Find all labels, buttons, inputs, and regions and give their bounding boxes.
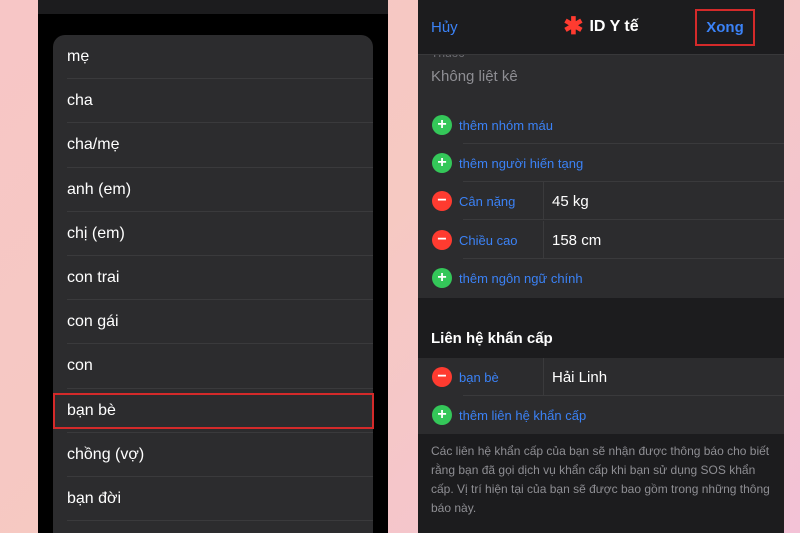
cancel-button[interactable]: Hủy <box>431 19 458 36</box>
remove-circle-icon[interactable]: − <box>432 191 452 211</box>
add-circle-icon[interactable]: + <box>432 115 452 135</box>
row-label: thêm ngôn ngữ chính <box>459 270 583 286</box>
column-divider <box>543 182 544 220</box>
height-value[interactable]: 158 cm <box>552 232 601 249</box>
relationship-list: mẹ cha cha/mẹ anh (em) chị (em) con trai… <box>53 35 373 533</box>
add-emergency-contact-row[interactable]: + thêm liên hệ khẩn cấp <box>418 396 784 434</box>
relationship-label: con trai <box>67 269 120 287</box>
relationship-picker-screen: mẹ cha cha/mẹ anh (em) chị (em) con trai… <box>38 0 388 533</box>
add-organ-donor-row[interactable]: + thêm người hiến tạng <box>418 144 784 182</box>
row-label: Cân nặng <box>459 193 516 209</box>
add-circle-icon[interactable]: + <box>432 153 452 173</box>
add-primary-language-row[interactable]: + thêm ngôn ngữ chính <box>418 259 784 297</box>
relationship-option[interactable]: cha/mẹ <box>53 123 373 168</box>
column-divider <box>543 221 544 259</box>
relationship-option[interactable]: con <box>53 344 373 389</box>
emergency-footer-note: Các liên hệ khẩn cấp của bạn sẽ nhận đượ… <box>431 444 770 515</box>
relationship-label: anh (em) <box>67 180 132 198</box>
row-label: thêm người hiến tạng <box>459 155 584 171</box>
column-divider <box>543 358 544 396</box>
row-label: thêm nhóm máu <box>459 117 553 133</box>
contact-name[interactable]: Hải Linh <box>552 369 607 386</box>
medical-id-screen: Hủy ✱ ID Y tế Xong Thuốc Không liệt kê +… <box>418 0 784 533</box>
emergency-section-header: Liên hệ khẩn cấp <box>431 330 553 347</box>
section-gap <box>418 298 784 358</box>
height-row: − Chiều cao 158 cm <box>418 221 784 259</box>
relationship-option[interactable]: con gái <box>53 300 373 345</box>
row-label: thêm liên hệ khẩn cấp <box>459 407 587 423</box>
emergency-contact-row: − bạn bè Hải Linh <box>418 358 784 396</box>
medical-info-card: Không liệt kê + thêm nhóm máu + thêm ngư… <box>418 54 784 298</box>
medications-value[interactable]: Không liệt kê <box>431 68 518 85</box>
nav-bar: Hủy ✱ ID Y tế Xong <box>418 0 784 55</box>
page-title: ✱ ID Y tế <box>563 13 639 40</box>
relationship-label: con <box>67 357 93 375</box>
page-title-text: ID Y tế <box>589 18 639 35</box>
relationship-option[interactable]: chồng (vợ) <box>53 433 373 478</box>
relationship-label: chồng (vợ) <box>67 445 145 463</box>
relationship-option[interactable]: cha <box>53 79 373 124</box>
done-button[interactable]: Xong <box>695 9 755 46</box>
add-blood-type-row[interactable]: + thêm nhóm máu <box>418 106 784 144</box>
remove-circle-icon[interactable]: − <box>432 367 452 387</box>
add-circle-icon[interactable]: + <box>432 405 452 425</box>
row-divider <box>463 219 784 220</box>
relationship-option[interactable]: anh (em) <box>53 168 373 212</box>
relationship-label: cha <box>67 92 93 110</box>
emergency-contacts-card: − bạn bè Hải Linh + thêm liên hệ khẩn cấ… <box>418 358 784 434</box>
selection-highlight <box>53 393 374 429</box>
remove-circle-icon[interactable]: − <box>432 230 452 250</box>
row-label: Chiều cao <box>459 232 518 248</box>
relationship-label: chị (em) <box>67 224 125 242</box>
relationship-label: bạn đời <box>67 489 122 507</box>
relationship-label: cha/mẹ <box>67 136 120 154</box>
weight-row: − Cân nặng 45 kg <box>418 182 784 220</box>
relationship-label: con gái <box>67 313 119 331</box>
relationship-option[interactable]: bạn đời <box>53 477 373 522</box>
relationship-option[interactable]: mẹ <box>53 35 373 80</box>
top-bar <box>38 0 388 14</box>
asterisk-icon: ✱ <box>563 13 584 40</box>
relationship-option[interactable]: chị (em) <box>53 212 373 257</box>
relationship-label: mẹ <box>67 48 90 66</box>
relationship-option[interactable]: con trai <box>53 256 373 301</box>
contact-relation[interactable]: bạn bè <box>459 370 499 385</box>
weight-value[interactable]: 45 kg <box>552 193 589 210</box>
add-circle-icon[interactable]: + <box>432 268 452 288</box>
done-button-label: Xong <box>706 19 744 36</box>
